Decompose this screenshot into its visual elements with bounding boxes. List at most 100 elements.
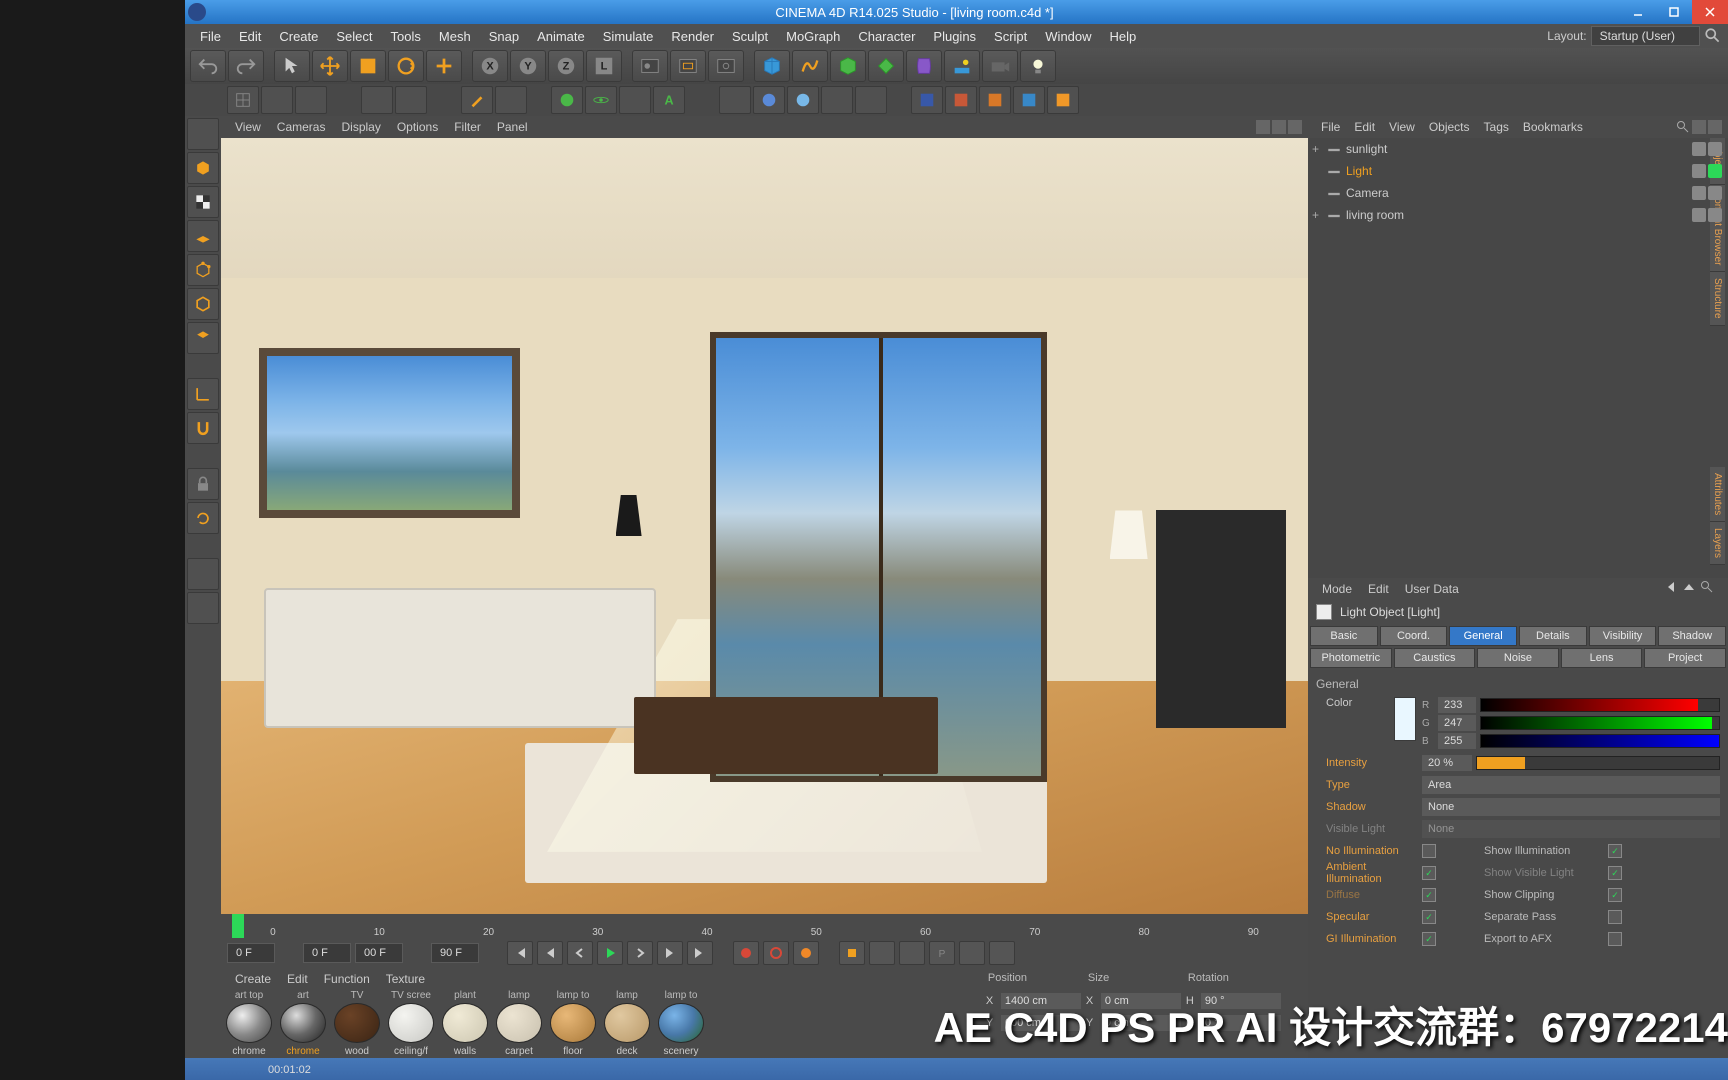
intensity-slider[interactable] xyxy=(1476,756,1720,770)
menu-snap[interactable]: Snap xyxy=(480,26,528,47)
attrmenu-edit[interactable]: Edit xyxy=(1360,580,1397,598)
camera-icon[interactable] xyxy=(982,50,1018,82)
shader5-icon[interactable] xyxy=(1047,86,1079,114)
objmenu-bookmarks[interactable]: Bookmarks xyxy=(1516,118,1590,136)
cb-Show-Illumination[interactable]: ✓ xyxy=(1608,844,1622,858)
shadow-dropdown[interactable]: None xyxy=(1422,798,1720,816)
sidetab-attributes[interactable]: Attributes xyxy=(1710,467,1725,522)
step-fwd-icon[interactable] xyxy=(657,941,683,965)
menu-create[interactable]: Create xyxy=(270,26,327,47)
atom-icon[interactable] xyxy=(585,86,617,114)
mat5-icon[interactable] xyxy=(855,86,887,114)
axis-z-icon[interactable]: Z xyxy=(548,50,584,82)
play-icon[interactable] xyxy=(597,941,623,965)
intensity-field[interactable]: 20 % xyxy=(1422,755,1472,771)
mat4-icon[interactable] xyxy=(821,86,853,114)
light-icon[interactable] xyxy=(1020,50,1056,82)
color-r-field[interactable]: 233 xyxy=(1438,697,1476,713)
material-walls[interactable]: walls xyxy=(439,1003,491,1056)
render-settings-icon[interactable] xyxy=(708,50,744,82)
objmenu-objects[interactable]: Objects xyxy=(1422,118,1477,136)
color-g-field[interactable]: 247 xyxy=(1438,715,1476,731)
menu-animate[interactable]: Animate xyxy=(528,26,594,47)
paint-icon[interactable] xyxy=(461,86,493,114)
material-ceiling/f[interactable]: ceiling/f xyxy=(385,1003,437,1056)
object-Light[interactable]: Light xyxy=(1308,160,1728,182)
recent-tool-icon[interactable] xyxy=(426,50,462,82)
make-editable-icon[interactable] xyxy=(187,118,219,150)
matmenu-function[interactable]: Function xyxy=(316,970,378,988)
viewmenu-cameras[interactable]: Cameras xyxy=(269,118,334,136)
axis-y-icon[interactable]: Y xyxy=(510,50,546,82)
attrmenu-user-data[interactable]: User Data xyxy=(1397,580,1467,598)
menu-character[interactable]: Character xyxy=(849,26,924,47)
shader4-icon[interactable] xyxy=(1013,86,1045,114)
minimize-button[interactable] xyxy=(1620,0,1656,24)
cb-Separate-Pass[interactable] xyxy=(1608,910,1622,924)
shader1-icon[interactable] xyxy=(911,86,943,114)
menu-file[interactable]: File xyxy=(191,26,230,47)
prev-frame-icon[interactable] xyxy=(567,941,593,965)
menu-plugins[interactable]: Plugins xyxy=(924,26,985,47)
material-scenery[interactable]: scenery xyxy=(655,1003,707,1056)
objmenu-file[interactable]: File xyxy=(1314,118,1347,136)
cube-icon[interactable] xyxy=(754,50,790,82)
objmenu-edit[interactable]: Edit xyxy=(1347,118,1382,136)
array-icon[interactable] xyxy=(361,86,393,114)
menu-window[interactable]: Window xyxy=(1036,26,1100,47)
key-param-icon[interactable]: P xyxy=(929,941,955,965)
next-frame-icon[interactable] xyxy=(627,941,653,965)
goto-start-icon[interactable] xyxy=(507,941,533,965)
deformer-icon[interactable] xyxy=(906,50,942,82)
cb-Export-to-AFX[interactable] xyxy=(1608,932,1622,946)
cb-No-Illumination[interactable] xyxy=(1422,844,1436,858)
bevel-icon[interactable] xyxy=(295,86,327,114)
cur-frame-field[interactable]: 00 F xyxy=(355,943,403,963)
close-button[interactable] xyxy=(1692,0,1728,24)
edge-mode-icon[interactable] xyxy=(187,288,219,320)
attrtab-photometric[interactable]: Photometric xyxy=(1310,648,1392,668)
timeline-cursor[interactable] xyxy=(232,914,244,938)
undo-icon[interactable] xyxy=(190,50,226,82)
color-r-slider[interactable] xyxy=(1480,698,1720,712)
viewmenu-view[interactable]: View xyxy=(227,118,269,136)
goto-end-icon[interactable] xyxy=(687,941,713,965)
menu-script[interactable]: Script xyxy=(985,26,1036,47)
point-mode-icon[interactable] xyxy=(187,254,219,286)
attrtab-general[interactable]: General xyxy=(1449,626,1517,646)
type-dropdown[interactable]: Area xyxy=(1422,776,1720,794)
end-frame-field[interactable]: 90 F xyxy=(431,943,479,963)
menu-sculpt[interactable]: Sculpt xyxy=(723,26,777,47)
brush-icon[interactable] xyxy=(187,558,219,590)
matmenu-create[interactable]: Create xyxy=(227,970,279,988)
viewport-config-icon[interactable] xyxy=(1256,120,1270,134)
shader2-icon[interactable] xyxy=(945,86,977,114)
connect-icon[interactable] xyxy=(619,86,651,114)
color-b-slider[interactable] xyxy=(1480,734,1720,748)
cb-Diffuse[interactable]: ✓ xyxy=(1422,888,1436,902)
render-region-icon[interactable] xyxy=(670,50,706,82)
viewmenu-panel[interactable]: Panel xyxy=(489,118,536,136)
environment-icon[interactable] xyxy=(944,50,980,82)
model-mode-icon[interactable] xyxy=(187,152,219,184)
keyframe-icon[interactable] xyxy=(793,941,819,965)
objmenu-tags[interactable]: Tags xyxy=(1477,118,1516,136)
polygon-mode-icon[interactable] xyxy=(187,322,219,354)
object-tree[interactable]: ObjectsContent BrowserStructure +sunligh… xyxy=(1308,138,1728,578)
material-chrome[interactable]: chrome xyxy=(223,1003,275,1056)
object-sunlight[interactable]: +sunlight xyxy=(1308,138,1728,160)
workplane-icon[interactable] xyxy=(187,220,219,252)
cb-Show-Visible-Light[interactable]: ✓ xyxy=(1608,866,1622,880)
material-floor[interactable]: floor xyxy=(547,1003,599,1056)
color-swatch[interactable] xyxy=(1394,697,1416,741)
color-b-field[interactable]: 255 xyxy=(1438,733,1476,749)
attrtab-noise[interactable]: Noise xyxy=(1477,648,1559,668)
key-scale-icon[interactable] xyxy=(869,941,895,965)
rotate-tool-icon[interactable] xyxy=(388,50,424,82)
object-Camera[interactable]: Camera xyxy=(1308,182,1728,204)
objmenu-view[interactable]: View xyxy=(1382,118,1422,136)
extrude-icon[interactable] xyxy=(261,86,293,114)
search-icon[interactable] xyxy=(1704,27,1722,45)
mat2-icon[interactable] xyxy=(753,86,785,114)
cb-Show-Clipping[interactable]: ✓ xyxy=(1608,888,1622,902)
